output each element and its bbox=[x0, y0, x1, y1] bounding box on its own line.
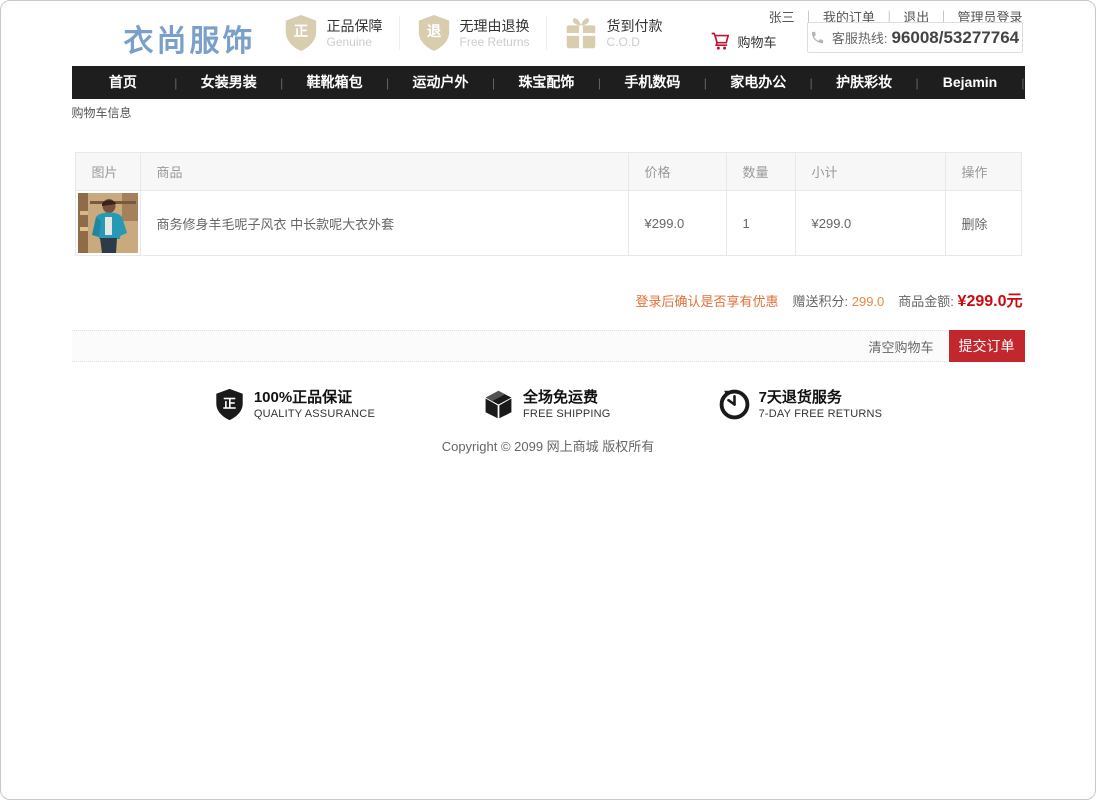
product-subtotal: ¥299.0 bbox=[795, 191, 945, 256]
nav-item-skincare-makeup[interactable]: 护肤彩妆 bbox=[813, 66, 916, 99]
shield-genuine-icon: 正 bbox=[283, 14, 319, 52]
clear-cart-link[interactable]: 清空购物车 bbox=[868, 337, 933, 356]
nav-item-jewelry[interactable]: 珠宝配饰 bbox=[495, 66, 598, 99]
cart-table: 图片 商品 价格 数量 小计 操作 bbox=[75, 152, 1022, 256]
topbar-username[interactable]: 张三 bbox=[769, 10, 795, 25]
service-returns: 7天退货服务 7-DAY FREE RETURNS bbox=[719, 388, 883, 421]
phone-icon bbox=[810, 30, 825, 45]
badge-cod: 货到付款 C.O.D bbox=[563, 14, 663, 52]
service-title: 7天退货服务 bbox=[759, 388, 883, 407]
amount-value: ¥299.0元 bbox=[958, 293, 1023, 310]
clock-icon bbox=[719, 388, 750, 421]
service-title: 全场免运费 bbox=[523, 388, 611, 407]
cart-summary: 登录后确认是否享有优惠 赠送积分: 299.0 商品金额: ¥299.0元 bbox=[72, 287, 1025, 311]
action-bar: 清空购物车 提交订单 bbox=[72, 330, 1025, 362]
submit-order-button[interactable]: 提交订单 bbox=[949, 330, 1025, 362]
box-icon bbox=[483, 388, 514, 421]
product-thumbnail[interactable] bbox=[78, 193, 138, 253]
copyright: Copyright © 2099 网上商城 版权所有 bbox=[72, 436, 1025, 455]
nav-item-bejamin[interactable]: Bejamin bbox=[919, 66, 1022, 99]
col-header-subtotal: 小计 bbox=[795, 153, 945, 191]
nav-item-phones-digital[interactable]: 手机数码 bbox=[601, 66, 704, 99]
col-header-price: 价格 bbox=[628, 153, 726, 191]
breadcrumb: 购物车信息 bbox=[72, 99, 1025, 121]
shield-returns-icon: 退 bbox=[416, 14, 452, 52]
cart-label: 购物车 bbox=[737, 32, 776, 51]
site-logo[interactable]: 衣尚服饰 bbox=[124, 16, 256, 60]
service-free-shipping: 全场免运费 FREE SHIPPING bbox=[483, 388, 611, 421]
cart-table-header-row: 图片 商品 价格 数量 小计 操作 bbox=[75, 153, 1021, 191]
service-subtitle: QUALITY ASSURANCE bbox=[254, 407, 375, 421]
badge-title: 无理由退换 bbox=[460, 17, 530, 35]
main-nav: 首页 | 女装男装 | 鞋靴箱包 | 运动户外 | 珠宝配饰 | 手机数码 | … bbox=[72, 66, 1025, 99]
badge-subtitle: Free Returns bbox=[460, 35, 530, 50]
nav-item-home[interactable]: 首页 bbox=[72, 66, 175, 99]
svg-text:正: 正 bbox=[223, 396, 236, 411]
cart-icon bbox=[710, 31, 730, 51]
badge-divider bbox=[546, 16, 547, 50]
service-subtitle: 7-DAY FREE RETURNS bbox=[759, 407, 883, 421]
badge-genuine: 正 正品保障 Genuine bbox=[283, 14, 383, 52]
nav-item-womens-mens[interactable]: 女装男装 bbox=[177, 66, 280, 99]
points-value: 299.0 bbox=[852, 294, 885, 309]
promo-notice: 登录后确认是否享有优惠 bbox=[635, 291, 778, 310]
delete-link[interactable]: 删除 bbox=[962, 217, 988, 232]
col-header-action: 操作 bbox=[945, 153, 1021, 191]
product-name[interactable]: 商务修身羊毛呢子风衣 中长款呢大衣外套 bbox=[140, 191, 628, 256]
shield-quality-icon: 正 bbox=[214, 388, 245, 421]
footer-services: 正 100%正品保证 QUALITY ASSURANCE 全场免运费 FREE … bbox=[72, 379, 1025, 421]
page-header: 张三 ｜ 我的订单 ｜ 退出 ｜ 管理员登录 衣尚服饰 正 正品保障 Genui… bbox=[72, 0, 1025, 66]
gift-icon bbox=[563, 14, 599, 52]
service-subtitle: FREE SHIPPING bbox=[523, 407, 611, 421]
service-quality: 正 100%正品保证 QUALITY ASSURANCE bbox=[214, 388, 375, 421]
badge-subtitle: C.O.D bbox=[607, 35, 663, 50]
badge-divider bbox=[399, 16, 400, 50]
product-price: ¥299.0 bbox=[628, 191, 726, 256]
nav-item-appliances-office[interactable]: 家电办公 bbox=[707, 66, 810, 99]
points-summary: 赠送积分: 299.0 bbox=[793, 291, 885, 310]
svg-text:正: 正 bbox=[293, 23, 307, 40]
col-header-quantity: 数量 bbox=[726, 153, 795, 191]
cart-link[interactable]: 购物车 bbox=[710, 31, 776, 51]
nav-item-shoes-bags[interactable]: 鞋靴箱包 bbox=[283, 66, 386, 99]
hotline-number: 96008/53277764 bbox=[891, 28, 1019, 48]
amount-label: 商品金额: bbox=[898, 294, 954, 309]
badge-subtitle: Genuine bbox=[327, 35, 383, 50]
badge-title: 货到付款 bbox=[607, 17, 663, 35]
svg-text:退: 退 bbox=[426, 23, 441, 40]
amount-summary: 商品金额: ¥299.0元 bbox=[898, 287, 1022, 311]
badge-free-returns: 退 无理由退换 Free Returns bbox=[416, 14, 530, 52]
nav-item-sports-outdoor[interactable]: 运动户外 bbox=[389, 66, 492, 99]
col-header-product: 商品 bbox=[140, 153, 628, 191]
nav-separator: | bbox=[1021, 76, 1024, 90]
trust-badges: 正 正品保障 Genuine 退 无理由退换 Free Returns bbox=[283, 14, 663, 52]
col-header-image: 图片 bbox=[75, 153, 140, 191]
badge-title: 正品保障 bbox=[327, 17, 383, 35]
points-label: 赠送积分: bbox=[793, 294, 849, 309]
hotline-label: 客服热线: bbox=[832, 28, 888, 47]
product-quantity: 1 bbox=[726, 191, 795, 256]
service-title: 100%正品保证 bbox=[254, 388, 375, 407]
hotline-box: 客服热线: 96008/53277764 bbox=[807, 22, 1023, 53]
table-row: 商务修身羊毛呢子风衣 中长款呢大衣外套 ¥299.0 1 ¥299.0 删除 bbox=[75, 191, 1021, 256]
